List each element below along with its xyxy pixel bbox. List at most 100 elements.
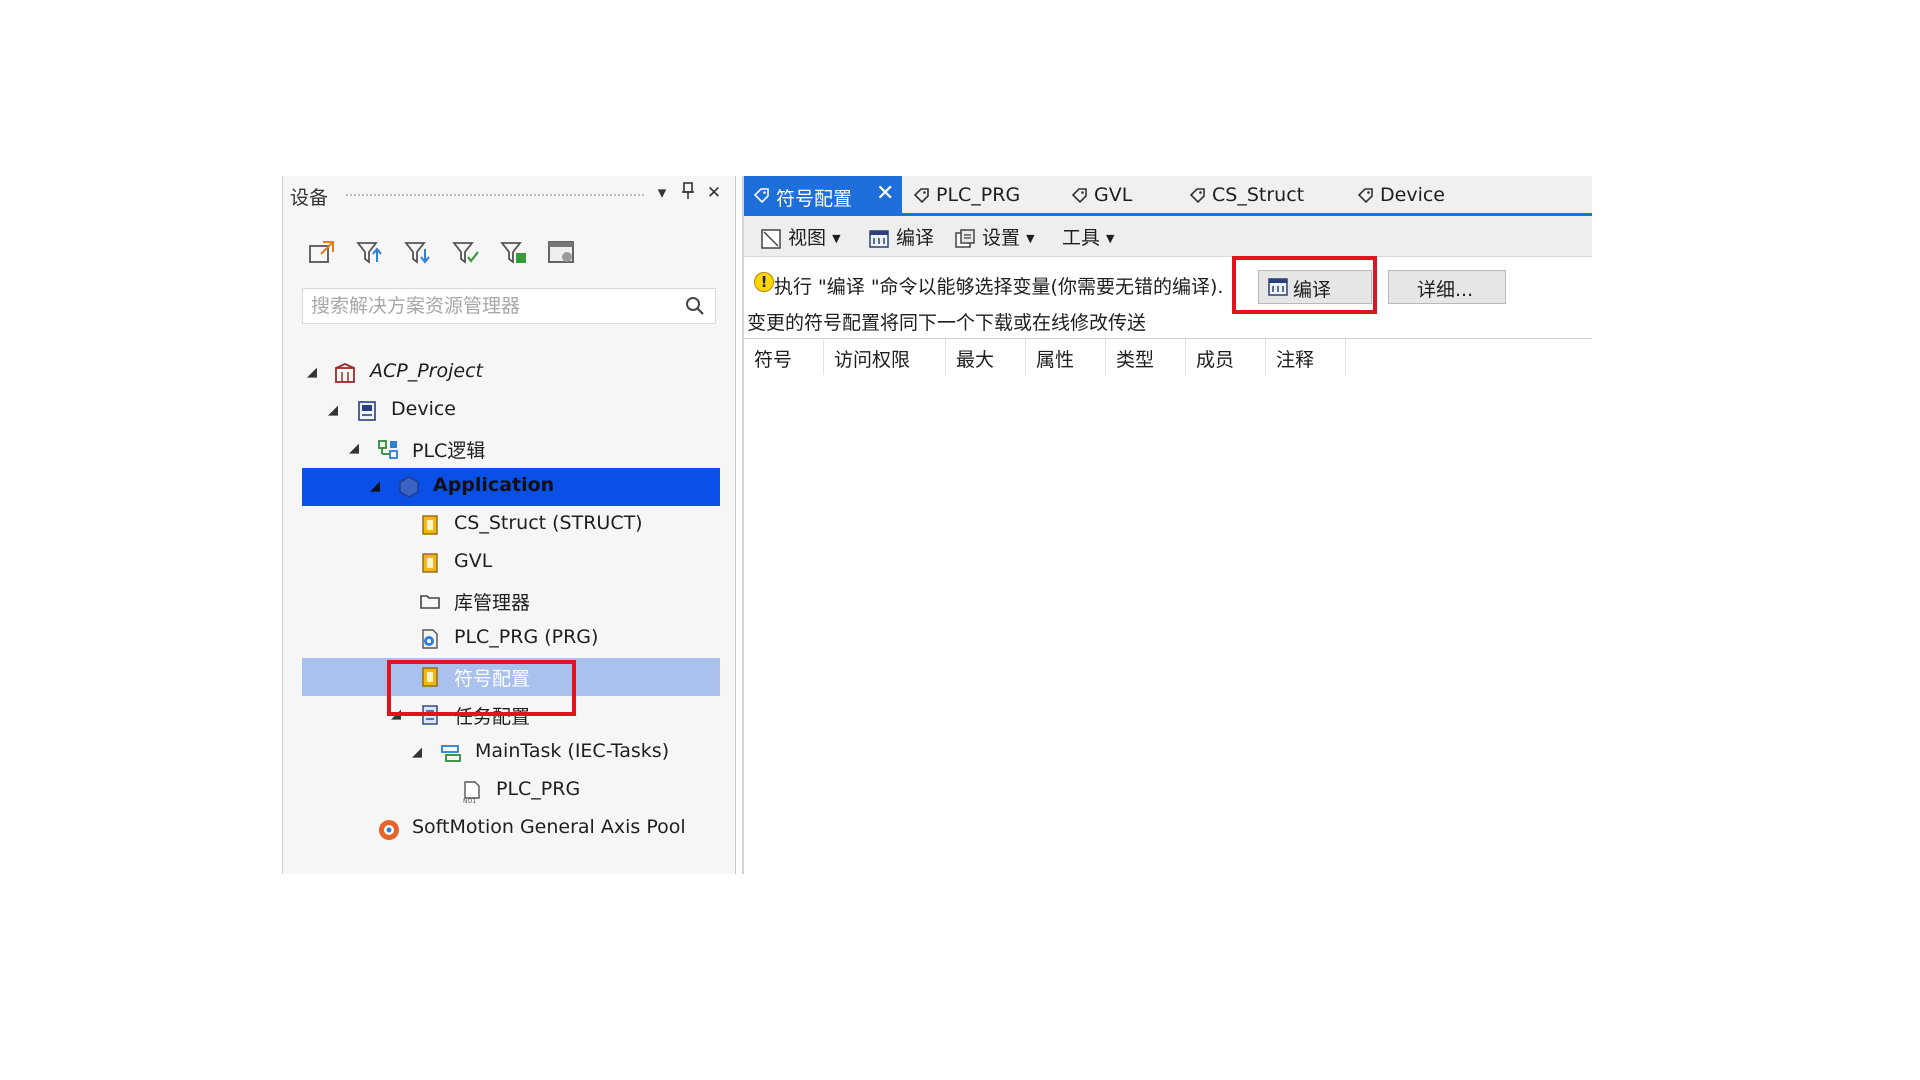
tree-item-label: PLC_PRG (PRG) [454,626,599,648]
chevron-down-icon: ▼ [1106,232,1115,245]
tree-item-acp-project[interactable]: ◢ ACP_Project [302,354,720,392]
devices-pane-title: 设备 [290,187,329,209]
expand-triangle-icon[interactable]: ◢ [307,365,317,380]
tab-label: CS_Struct [1212,184,1305,206]
details-button[interactable]: 详细... [1388,270,1506,304]
pane-menu-dropdown-icon[interactable]: ▾ [651,182,673,204]
tree-item-label: ACP_Project [370,360,483,382]
filter-add-icon[interactable] [499,238,531,270]
details-button-label: 详细... [1417,279,1474,301]
tree-item-maintask[interactable]: ◢ MainTask (IEC-Tasks) [302,734,720,772]
filter-up-icon[interactable] [355,238,387,270]
highlight-box-compile-button [1232,256,1377,314]
editor-toolbar: 视图 ▼ 编译 设置 ▼ 工具 ▼ [744,216,1592,257]
tree-item-label: SoftMotion General Axis Pool [412,816,686,838]
tag-icon [1189,187,1206,209]
tag-icon [913,187,930,209]
view-menu-label: 视图 [788,227,827,249]
close-pane-icon[interactable]: ✕ [703,182,725,204]
search-input[interactable] [311,293,671,319]
pin-icon[interactable] [677,182,699,204]
tree-item-application[interactable]: ◢ Application [302,468,720,506]
symbol-config-editor: 符号配置 ✕ PLC_PRG GVL CS_Struct Device 视图 ▼… [742,176,1592,874]
symbol-table-header: 符号 访问权限 最大 属性 类型 成员 注释 [744,339,1364,375]
devices-pane: 设备 ▾ ✕ ◢ [282,176,736,874]
tree-item-softmotion-axis-pool[interactable]: SoftMotion General Axis Pool [302,810,720,848]
view-menu-button[interactable]: 视图 ▼ [760,223,841,249]
device-icon [356,400,378,422]
tree-item-label: 库管理器 [454,592,531,614]
library-manager-icon [419,590,441,612]
tree-item-label: Device [391,398,456,420]
expand-triangle-icon[interactable]: ◢ [412,745,422,760]
tree-item-label: PLC_PRG [496,778,581,800]
chevron-down-icon: ▼ [1026,232,1035,245]
column-header-comment[interactable]: 注释 [1266,339,1346,375]
tab-device[interactable]: Device [1348,176,1478,213]
compile-toolbar-button[interactable]: 编译 [868,223,934,249]
compile-icon [869,229,889,248]
info-bar: ! 执行 "编译 "命令以能够选择变量(你需要无错的编译). 编译 详细... … [744,258,1592,339]
tag-icon [1071,187,1088,209]
tree-item-cs-struct[interactable]: CS_Struct (STRUCT) [302,506,720,544]
settings-menu-label: 设置 [982,227,1021,249]
tree-item-label: CS_Struct (STRUCT) [454,512,643,534]
axis-pool-icon [377,818,399,840]
tab-label: GVL [1094,184,1133,206]
tab-label: 符号配置 [776,188,853,210]
chevron-down-icon: ▼ [832,232,841,245]
column-header-symbol[interactable]: 符号 [744,339,824,375]
tag-icon [753,187,770,209]
tree-item-plc-prg-call[interactable]: NO1 PLC_PRG [302,772,720,810]
warning-icon: ! [754,272,774,292]
tab-plc-prg[interactable]: PLC_PRG [904,176,1054,213]
settings-menu-button[interactable]: 设置 ▼ [954,223,1035,249]
column-header-type[interactable]: 类型 [1106,339,1186,375]
tree-item-device[interactable]: ◢ Device [302,392,720,430]
new-object-icon[interactable] [307,238,339,270]
filter-check-icon[interactable] [451,238,483,270]
close-tab-icon[interactable]: ✕ [876,181,894,206]
expand-triangle-icon[interactable]: ◢ [349,441,359,456]
tree-item-label: MainTask (IEC-Tasks) [475,740,670,762]
tab-symbol-config[interactable]: 符号配置 ✕ [744,176,902,213]
tree-item-label: Application [433,474,555,496]
view-icon [761,228,781,249]
tree-item-plc-prg[interactable]: PLC_PRG (PRG) [302,620,720,658]
tree-item-gvl[interactable]: GVL [302,544,720,582]
struct-icon [419,514,441,536]
project-icon [334,362,356,384]
tree-item-library-manager[interactable]: 库管理器 [302,582,720,620]
settings-panel-icon[interactable] [547,238,579,270]
plc-logic-icon [377,438,399,460]
search-icon[interactable] [685,296,705,320]
tag-icon [1357,187,1374,209]
highlight-box-symbol-config [387,660,576,716]
tools-menu-label: 工具 [1062,227,1101,249]
tab-label: PLC_PRG [936,184,1021,206]
tab-label: Device [1380,184,1445,206]
task-icon [440,742,462,764]
tab-gvl[interactable]: GVL [1062,176,1172,213]
tab-cs-struct[interactable]: CS_Struct [1180,176,1340,213]
expand-triangle-icon[interactable]: ◢ [328,403,338,418]
gvl-icon [419,552,441,574]
tree-item-plc-logic[interactable]: ◢ PLC逻辑 [302,430,720,468]
tools-menu-button[interactable]: 工具 ▼ [1062,223,1114,249]
title-grip [345,193,645,197]
column-header-access[interactable]: 访问权限 [824,339,946,375]
svg-text:NO1: NO1 [463,798,476,804]
editor-tab-strip: 符号配置 ✕ PLC_PRG GVL CS_Struct Device [744,176,1592,216]
program-icon [419,628,441,650]
compile-required-message: 执行 "编译 "命令以能够选择变量(你需要无错的编译). [774,276,1224,298]
compile-toolbar-label: 编译 [896,227,935,249]
search-box [302,288,716,324]
expand-triangle-icon[interactable]: ◢ [370,479,380,494]
column-header-attribute[interactable]: 属性 [1026,339,1106,375]
column-header-member[interactable]: 成员 [1186,339,1266,375]
filter-down-icon[interactable] [403,238,435,270]
tree-item-label: PLC逻辑 [412,440,486,462]
application-icon [398,476,420,498]
column-header-max[interactable]: 最大 [946,339,1026,375]
settings-icon [955,228,975,248]
